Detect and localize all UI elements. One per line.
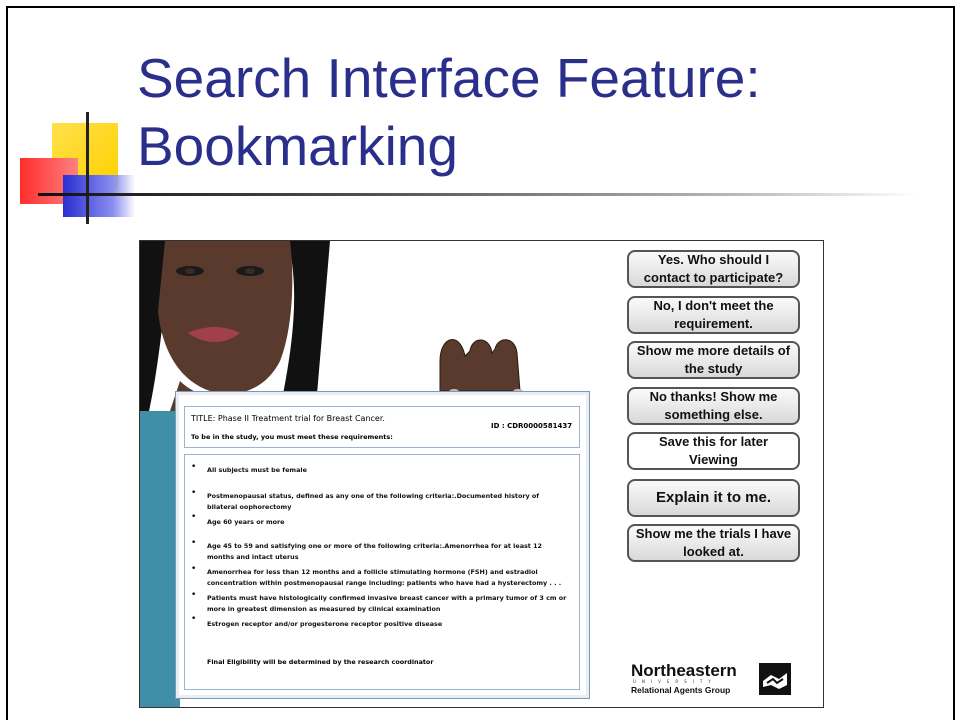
bullet-icon: • (191, 538, 197, 548)
criterion-item: Age 60 years or more (207, 518, 285, 526)
more-details-button[interactable]: Show me more details of the study (627, 341, 800, 379)
slide-title: Search Interface Feature: Bookmarking (137, 44, 761, 180)
bullet-icon: • (191, 462, 197, 472)
northeastern-logo: Northeastern UNIVERSITY Relational Agent… (631, 661, 801, 701)
criteria-list: • All subjects must be female • Postmeno… (184, 454, 580, 690)
slide-title-line2: Bookmarking (137, 115, 458, 177)
bullet-icon: • (191, 614, 197, 624)
logo-university: UNIVERSITY (633, 679, 717, 684)
viewed-trials-button[interactable]: Show me the trials I have looked at. (627, 524, 800, 562)
bullet-icon: • (191, 512, 197, 522)
explain-button[interactable]: Explain it to me. (627, 479, 800, 517)
save-for-later-button[interactable]: Save this for later Viewing (627, 432, 800, 470)
logo-name: Northeastern (631, 661, 737, 680)
logo-group: Relational Agents Group (631, 685, 731, 695)
show-something-else-button[interactable]: No thanks! Show me something else. (627, 387, 800, 425)
contact-to-participate-button[interactable]: Yes. Who should I contact to participate… (627, 250, 800, 288)
criterion-item: Estrogen receptor and/or progesterone re… (207, 620, 443, 628)
trial-title: TITLE: Phase II Treatment trial for Brea… (191, 414, 385, 423)
criterion-item: Age 45 to 59 and satisfying one or more … (207, 542, 542, 561)
app-screenshot: TITLE: Phase II Treatment trial for Brea… (139, 240, 824, 708)
criterion-item: Patients must have histologically confir… (207, 594, 567, 613)
criterion-item: All subjects must be female (207, 466, 307, 474)
trial-card-header: TITLE: Phase II Treatment trial for Brea… (184, 406, 580, 448)
dont-meet-requirement-button[interactable]: No, I don't meet the requirement. (627, 296, 800, 334)
trial-card: TITLE: Phase II Treatment trial for Brea… (175, 391, 590, 699)
bullet-icon: • (191, 488, 197, 498)
trial-id: ID : CDR0000581437 (491, 422, 573, 430)
criterion-item: Postmenopausal status, defined as any on… (207, 492, 540, 511)
bullet-icon: • (191, 590, 197, 600)
slide-title-line1: Search Interface Feature: (137, 47, 761, 109)
bullet-icon: • (191, 564, 197, 574)
criterion-item: Amenorrhea for less than 12 months and a… (207, 568, 562, 587)
decor-blue-square (63, 175, 135, 217)
handshake-icon (759, 663, 791, 695)
requirements-intro: To be in the study, you must meet these … (191, 433, 393, 441)
title-underline (38, 193, 918, 196)
final-eligibility-note: Final Eligibility will be determined by … (207, 658, 434, 666)
decor-vertical-line (86, 112, 89, 224)
